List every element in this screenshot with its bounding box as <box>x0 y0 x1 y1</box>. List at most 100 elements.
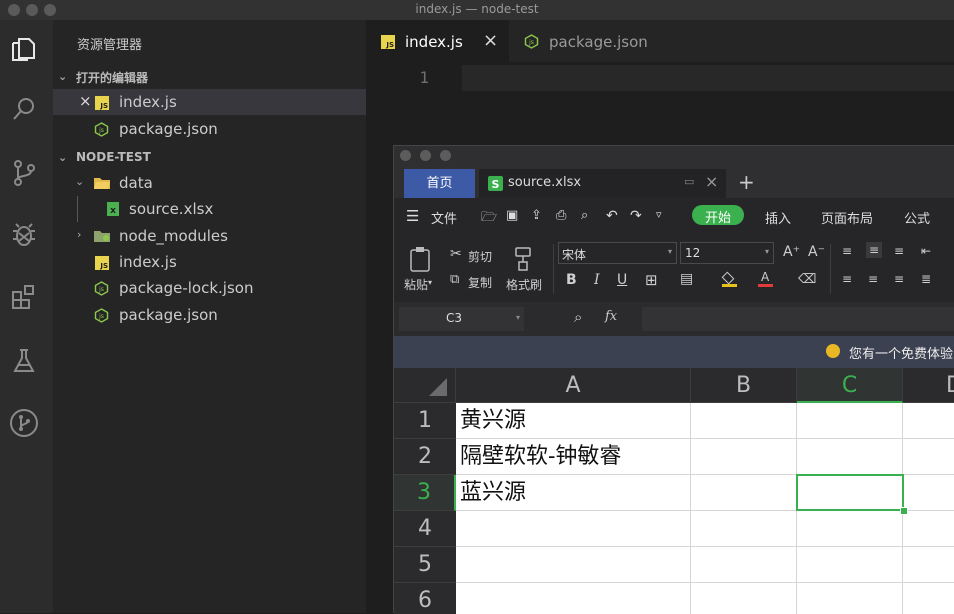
spreadsheet-grid[interactable]: A B C D 1 2 3 4 5 6 黄兴源 隔壁软软-钟敏睿 蓝兴源 <box>394 368 954 614</box>
tab-source-xlsx[interactable]: S source.xlsx ▭ × <box>479 169 726 198</box>
column-header-c[interactable]: C <box>797 368 903 403</box>
menu-page-layout[interactable]: 页面布局 <box>821 208 873 227</box>
column-header-b[interactable]: B <box>691 368 797 403</box>
select-all-corner[interactable] <box>394 368 456 403</box>
eraser-icon[interactable]: ⌫ <box>798 272 816 287</box>
column-header-d[interactable]: D <box>903 368 954 403</box>
testing-icon[interactable] <box>9 346 39 376</box>
row-header-4[interactable]: 4 <box>394 511 456 547</box>
underline-button[interactable]: U <box>617 272 627 288</box>
font-name-select[interactable]: 宋体 ▾ <box>558 242 677 264</box>
close-window-button[interactable] <box>400 150 411 161</box>
font-color-icon[interactable]: A <box>758 270 773 287</box>
cell-a5[interactable] <box>456 547 691 583</box>
hamburger-menu-icon[interactable]: ☰ <box>406 207 419 225</box>
cell-a2[interactable]: 隔壁软软-钟敏睿 <box>456 439 691 475</box>
cell-c5[interactable] <box>797 547 903 583</box>
grow-font-button[interactable]: A⁺ <box>783 244 800 260</box>
close-icon[interactable]: × <box>705 172 718 191</box>
tree-item-node-modules[interactable]: › node_modules <box>53 223 366 249</box>
align-top-icon[interactable]: ≡ <box>842 244 852 258</box>
cell-b4[interactable] <box>691 511 797 547</box>
project-header[interactable]: ⌄ NODE-TEST <box>53 145 366 169</box>
row-header-3[interactable]: 3 <box>394 475 456 511</box>
cell-b5[interactable] <box>691 547 797 583</box>
cell-reference-box[interactable]: C3 ▾ <box>399 307 524 331</box>
borders-icon[interactable]: ⊞ <box>645 271 658 289</box>
cell-d1[interactable] <box>903 403 954 439</box>
explorer-icon[interactable] <box>9 34 39 64</box>
align-center-icon[interactable]: ≡ <box>868 272 878 286</box>
paste-icon[interactable] <box>409 246 431 272</box>
cell-d5[interactable] <box>903 547 954 583</box>
tab-home[interactable]: 首页 <box>404 169 475 198</box>
row-header-1[interactable]: 1 <box>394 403 456 439</box>
tree-item-data-folder[interactable]: ⌄ data <box>53 170 366 196</box>
cell-a4[interactable] <box>456 511 691 547</box>
close-icon[interactable]: × <box>79 92 92 110</box>
cell-d6[interactable] <box>903 583 954 614</box>
cell-d2[interactable] <box>903 439 954 475</box>
cell-b1[interactable] <box>691 403 797 439</box>
indent-decrease-icon[interactable]: ⇤ <box>921 244 931 258</box>
tab-index-js[interactable]: JS index.js × <box>366 20 509 63</box>
close-icon[interactable]: × <box>483 30 498 51</box>
extensions-icon[interactable] <box>9 282 39 312</box>
source-control-icon[interactable] <box>9 158 39 188</box>
cell-d3[interactable] <box>903 475 954 511</box>
font-size-select[interactable]: 12 ▾ <box>680 242 774 264</box>
justify-icon[interactable]: ≣ <box>921 272 931 286</box>
fill-handle[interactable] <box>900 507 908 515</box>
new-tab-icon[interactable]: + <box>738 170 755 194</box>
menu-formula[interactable]: 公式 <box>904 208 930 227</box>
cell-b3[interactable] <box>691 475 797 511</box>
tree-item-index-js[interactable]: JS index.js <box>53 249 366 275</box>
open-editor-item-package-json[interactable]: js package.json <box>53 116 366 142</box>
cell-c4[interactable] <box>797 511 903 547</box>
bold-button[interactable]: B <box>566 272 577 288</box>
float-window-icon[interactable]: ▭ <box>684 175 694 188</box>
column-header-a[interactable]: A <box>456 368 691 403</box>
row-header-2[interactable]: 2 <box>394 439 456 475</box>
format-painter-icon[interactable] <box>512 246 534 272</box>
italic-button[interactable]: I <box>594 272 600 288</box>
export-icon[interactable]: ⇪ <box>531 208 542 223</box>
row-header-6[interactable]: 6 <box>394 583 456 614</box>
shrink-font-button[interactable]: A⁻ <box>808 244 825 260</box>
tree-item-package-json[interactable]: js package.json <box>53 302 366 328</box>
zoom-window-button[interactable] <box>440 150 451 161</box>
cell-d4[interactable] <box>903 511 954 547</box>
cell-b2[interactable] <box>691 439 797 475</box>
menu-file[interactable]: 文件 <box>431 208 457 227</box>
align-middle-icon[interactable]: ≡ <box>866 242 883 258</box>
cell-c2[interactable] <box>797 439 903 475</box>
save-icon[interactable]: ▣ <box>506 208 518 223</box>
cut-label[interactable]: 剪切 <box>468 248 492 265</box>
minimize-window-button[interactable] <box>420 150 431 161</box>
open-editor-item-index-js[interactable]: × JS index.js <box>53 89 366 115</box>
cell-a6[interactable] <box>456 583 691 614</box>
tab-package-json[interactable]: js package.json <box>509 20 669 62</box>
tree-item-package-lock-json[interactable]: js package-lock.json <box>53 275 366 301</box>
tree-item-source-xlsx[interactable]: x source.xlsx <box>53 196 366 222</box>
align-right-icon[interactable]: ≡ <box>894 272 904 286</box>
search-icon[interactable] <box>9 94 39 124</box>
align-left-icon[interactable]: ≡ <box>842 272 852 286</box>
copy-icon[interactable]: ⧉ <box>450 272 459 287</box>
cell-b6[interactable] <box>691 583 797 614</box>
git-graph-icon[interactable] <box>9 408 39 438</box>
open-editors-header[interactable]: ⌄ 打开的编辑器 <box>53 64 366 88</box>
open-icon[interactable]: 🗁 <box>481 208 497 230</box>
align-bottom-icon[interactable]: ≡ <box>894 244 904 258</box>
debug-icon[interactable] <box>9 220 39 250</box>
formula-input[interactable] <box>642 307 954 331</box>
cell-c1[interactable] <box>797 403 903 439</box>
copy-label[interactable]: 复制 <box>468 274 492 291</box>
cut-icon[interactable]: ✂ <box>450 246 462 262</box>
cell-style-icon[interactable]: ▤ <box>680 271 693 287</box>
menu-insert[interactable]: 插入 <box>765 208 791 227</box>
undo-icon[interactable]: ↶ <box>606 208 618 224</box>
redo-icon[interactable]: ↷ <box>630 208 642 224</box>
row-header-5[interactable]: 5 <box>394 547 456 583</box>
notice-text[interactable]: 您有一个免费体验 <box>849 343 953 362</box>
